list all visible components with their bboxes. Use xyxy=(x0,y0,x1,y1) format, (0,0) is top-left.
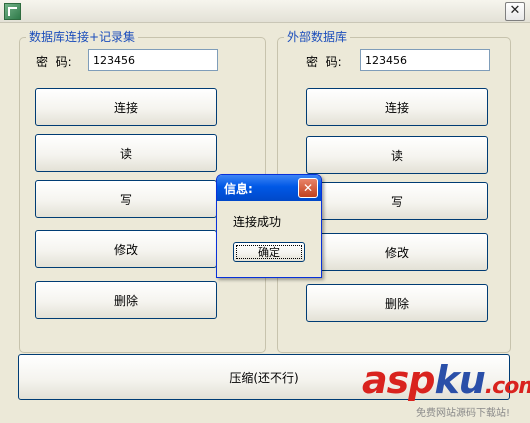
watermark: aspku.com 免费网站源码下载站! xyxy=(358,360,530,423)
dialog-close-button[interactable]: ✕ xyxy=(298,178,318,198)
info-dialog: 信息: ✕ 连接成功 确定 xyxy=(216,174,322,278)
watermark-subtitle: 免费网站源码下载站! xyxy=(416,408,511,419)
window-close-button[interactable]: ✕ xyxy=(505,2,525,21)
left-write-button[interactable]: 写 xyxy=(35,180,217,218)
right-password-input[interactable] xyxy=(360,49,490,71)
dialog-ok-button[interactable]: 确定 xyxy=(233,242,305,262)
group-title-db-connection: 数据库连接+记录集 xyxy=(26,30,139,44)
right-modify-button[interactable]: 修改 xyxy=(306,233,488,271)
app-icon xyxy=(4,3,21,20)
dialog-title: 信息: xyxy=(224,182,253,196)
left-password-label: 密 码: xyxy=(36,55,72,69)
dialog-title-bar: 信息: ✕ xyxy=(217,175,321,201)
watermark-logo-ku: ku xyxy=(434,358,485,402)
right-write-button[interactable]: 写 xyxy=(306,182,488,220)
left-delete-button[interactable]: 删除 xyxy=(35,281,217,319)
right-delete-button[interactable]: 删除 xyxy=(306,284,488,322)
watermark-logo-com: .com xyxy=(484,374,530,399)
watermark-logo: aspku.com xyxy=(362,360,530,407)
left-password-input[interactable] xyxy=(88,49,218,71)
watermark-logo-asp: asp xyxy=(362,358,435,402)
left-read-button[interactable]: 读 xyxy=(35,134,217,172)
right-connect-button[interactable]: 连接 xyxy=(306,88,488,126)
window-title-bar: ✕ xyxy=(0,0,530,23)
dialog-message: 连接成功 xyxy=(233,215,282,229)
left-modify-button[interactable]: 修改 xyxy=(35,230,217,268)
right-password-label: 密 码: xyxy=(306,55,342,69)
left-connect-button[interactable]: 连接 xyxy=(35,88,217,126)
group-title-external-db: 外部数据库 xyxy=(284,30,351,44)
right-read-button[interactable]: 读 xyxy=(306,136,488,174)
